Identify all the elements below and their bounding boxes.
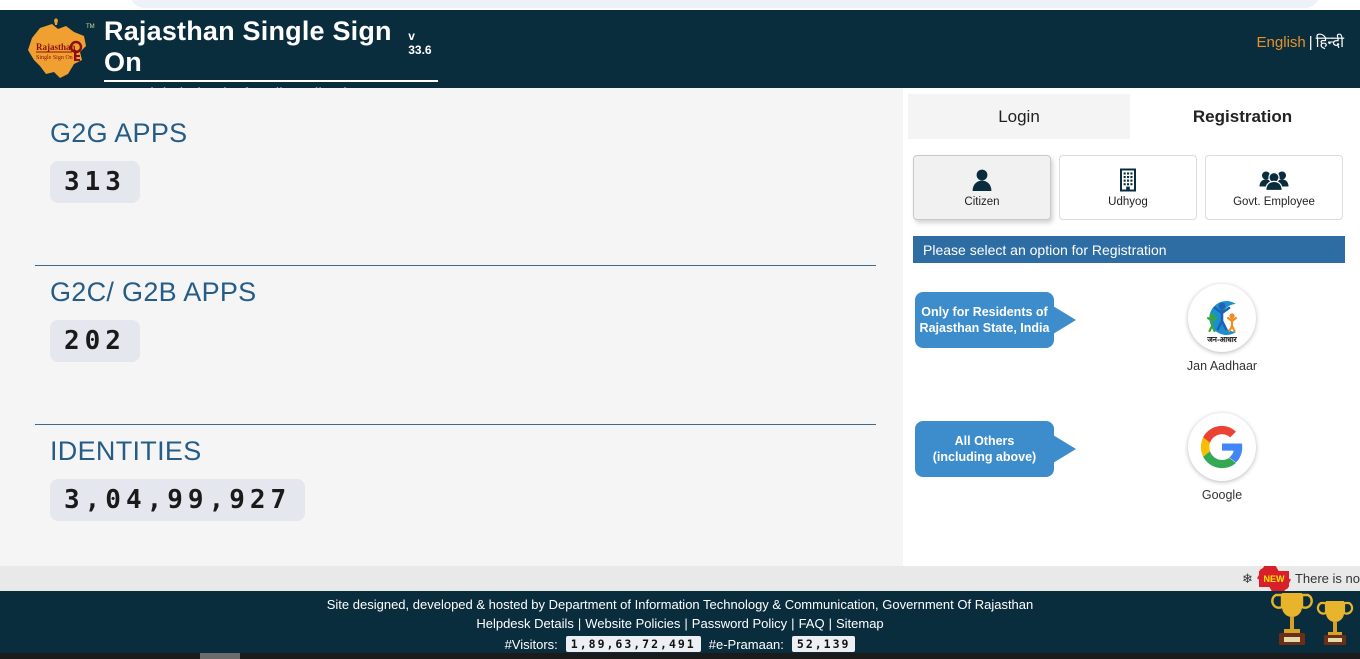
epramaan-counter: 52,139 xyxy=(791,636,856,652)
browser-chrome-strip xyxy=(0,0,1360,10)
site-footer: Site designed, developed & hosted by Dep… xyxy=(0,591,1360,659)
stat-label: G2C/ G2B APPS xyxy=(50,277,257,307)
language-separator: | xyxy=(1308,34,1313,51)
stat-label: G2G APPS xyxy=(50,118,188,148)
callout-line-1: Only for Residents of xyxy=(921,305,1048,319)
building-icon xyxy=(1117,168,1139,192)
new-badge-label: NEW xyxy=(1263,573,1285,584)
stat-counter: 313 xyxy=(50,161,140,203)
footer-link-helpdesk[interactable]: Helpdesk Details xyxy=(476,616,574,631)
browser-omnibox[interactable] xyxy=(130,0,1320,8)
award-trophies xyxy=(1270,587,1354,656)
stat-identities: IDENTITIES 3,04,99,927 xyxy=(50,436,306,521)
stat-counter: 3,04,99,927 xyxy=(50,479,306,521)
snowflake-icon: ❄ xyxy=(1242,570,1253,586)
svg-text:TM: TM xyxy=(86,24,95,30)
tab-registration[interactable]: Registration xyxy=(1130,94,1355,139)
callout-jan-aadhaar: Only for Residents of Rajasthan State, I… xyxy=(915,292,1076,348)
auth-tabs: Login Registration xyxy=(908,94,1355,139)
stat-g2c-g2b-apps: G2C/ G2B APPS 202 xyxy=(50,277,257,362)
google-option[interactable]: Google xyxy=(1178,413,1266,502)
epramaan-label: #e-Pramaan: xyxy=(708,636,784,652)
stat-counter: 202 xyxy=(50,320,140,362)
google-logo-icon[interactable] xyxy=(1188,413,1256,481)
group-icon xyxy=(1259,168,1289,192)
os-taskbar xyxy=(0,653,1360,659)
footer-counters: #Visitors: 1,89,63,72,491 #e-Pramaan: 52… xyxy=(0,636,1360,652)
registration-option-jan-aadhaar: Only for Residents of Rajasthan State, I… xyxy=(913,284,1345,384)
registration-role-row: Citizen Udhyog Govt. Employee xyxy=(913,155,1353,220)
footer-link-sep: | xyxy=(828,616,832,631)
footer-link-sep: | xyxy=(577,616,582,631)
svg-text:Single Sign On: Single Sign On xyxy=(36,55,73,61)
role-button-govt-employee[interactable]: Govt. Employee xyxy=(1205,155,1343,220)
callout-line-2: Rajasthan State, India xyxy=(919,321,1050,335)
site-header: Rajasthan Single Sign On TM Rajasthan Si… xyxy=(0,10,1360,103)
role-button-udhyog[interactable]: Udhyog xyxy=(1059,155,1197,220)
app-title: Rajasthan Single Sign On xyxy=(104,16,392,77)
statistics-panel: G2G APPS 313 G2C/ G2B APPS 202 IDENTITIE… xyxy=(0,88,903,566)
footer-link-password-policy[interactable]: Password Policy xyxy=(692,616,787,631)
role-label: Govt. Employee xyxy=(1233,195,1315,208)
stat-g2g-apps: G2G APPS 313 xyxy=(50,118,187,203)
section-divider-2 xyxy=(35,424,876,425)
notification-ticker: ❄ NEW There is no xyxy=(0,566,1360,591)
jan-aadhaar-logo-icon[interactable]: जन-आधार xyxy=(1188,284,1256,352)
role-label: Citizen xyxy=(964,195,1000,208)
callout-line-1: All Others xyxy=(954,434,1015,448)
language-switcher: English | हिन्दी xyxy=(1257,32,1344,52)
section-divider-1 xyxy=(35,265,876,266)
visitors-label: #Visitors: xyxy=(504,636,558,652)
footer-link-website-policies[interactable]: Website Policies xyxy=(585,616,680,631)
sso-portal-page: Rajasthan Single Sign On TM Rajasthan Si… xyxy=(0,0,1360,659)
option-name: Google xyxy=(1201,488,1243,502)
callout-line-2: (including above) xyxy=(932,450,1037,464)
jan-aadhaar-option[interactable]: जन-आधार Jan Aadhaar xyxy=(1178,284,1266,373)
language-hindi-link[interactable]: हिन्दी xyxy=(1316,34,1344,51)
stat-label: IDENTITIES xyxy=(50,436,202,466)
registration-instruction-banner: Please select an option for Registration xyxy=(913,236,1345,263)
footer-link-faq[interactable]: FAQ xyxy=(799,616,825,631)
ticker-message[interactable]: There is no xyxy=(1295,571,1360,586)
registration-option-google: All Others (including above) Google xyxy=(913,413,1345,513)
svg-text:जन-आधार: जन-आधार xyxy=(1206,335,1237,344)
callout-google: All Others (including above) xyxy=(915,421,1076,477)
rajasthan-sso-logo-icon[interactable]: Rajasthan Single Sign On TM xyxy=(14,16,98,84)
footer-link-sep: | xyxy=(791,616,795,631)
footer-link-sep: | xyxy=(684,616,688,631)
visitors-counter: 1,89,63,72,491 xyxy=(565,636,701,652)
tab-login[interactable]: Login xyxy=(908,94,1130,139)
footer-link-sitemap[interactable]: Sitemap xyxy=(836,616,884,631)
svg-text:Rajasthan: Rajasthan xyxy=(36,42,76,52)
trophy-icon-large xyxy=(1270,587,1314,656)
ticker-content: ❄ NEW There is no xyxy=(1242,570,1360,587)
footer-credit: Site designed, developed & hosted by Dep… xyxy=(326,597,1034,612)
footer-links: Helpdesk Details | Website Policies | Passwo… xyxy=(0,615,1360,633)
trophy-icon-small xyxy=(1316,595,1354,656)
new-badge-icon: NEW xyxy=(1258,570,1289,587)
person-icon xyxy=(971,168,993,192)
role-button-citizen[interactable]: Citizen xyxy=(913,155,1051,220)
title-line: Rajasthan Single Sign On v 33.6 xyxy=(104,16,438,82)
auth-panel: Login Registration Citizen Udhyog Govt. … xyxy=(903,88,1360,566)
role-label: Udhyog xyxy=(1108,195,1148,208)
option-name: Jan Aadhaar xyxy=(1186,359,1258,373)
language-english-link[interactable]: English xyxy=(1257,34,1306,51)
taskbar-window-item[interactable] xyxy=(200,653,240,659)
app-version: v 33.6 xyxy=(408,29,432,57)
